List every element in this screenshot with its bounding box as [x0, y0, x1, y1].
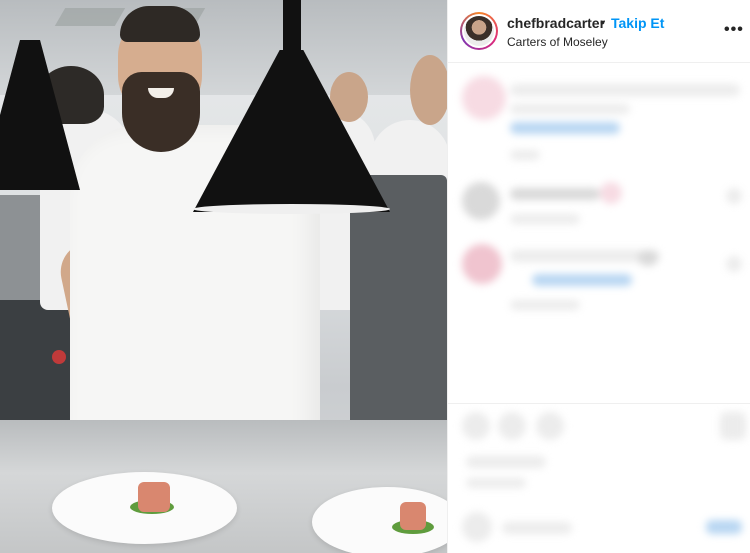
- dish: [138, 482, 170, 512]
- comment-meta-blur: [510, 214, 580, 224]
- post-button-blur: [706, 520, 742, 534]
- comment-link-blur: [510, 122, 620, 134]
- add-comment-blur: [502, 522, 572, 534]
- comment-avatar: [462, 182, 500, 220]
- chef-beard: [122, 72, 200, 152]
- plate: [312, 487, 447, 553]
- divider: [448, 403, 750, 404]
- post-sidebar: chefbradcarter • Takip Et Carters of Mos…: [447, 0, 750, 553]
- likes-blur: [466, 456, 546, 468]
- post-header: chefbradcarter • Takip Et Carters of Mos…: [448, 0, 750, 63]
- comment-emoji-blur: [600, 182, 622, 204]
- username-link[interactable]: chefbradcarter: [507, 15, 605, 31]
- emoji-icon-blur: [462, 512, 492, 542]
- blurred-comments: [448, 64, 750, 553]
- apron: [350, 175, 447, 445]
- date-blur: [466, 478, 526, 488]
- like-icon-blur: [462, 412, 490, 440]
- heart-icon-blur: [726, 188, 742, 204]
- more-options-icon[interactable]: •••: [724, 21, 744, 39]
- location-link[interactable]: Carters of Moseley: [507, 35, 608, 49]
- follow-button[interactable]: Takip Et: [611, 15, 664, 31]
- post-photo[interactable]: [0, 0, 447, 553]
- comment-meta-blur: [510, 150, 540, 160]
- comment-text-blur: [510, 104, 630, 114]
- comment-text-blur: [510, 188, 600, 200]
- heart-icon-blur: [726, 256, 742, 272]
- comment-avatar: [462, 76, 506, 120]
- share-icon-blur: [536, 412, 564, 440]
- comment-link-blur: [532, 274, 632, 286]
- avatar[interactable]: [460, 12, 498, 50]
- comment-avatar: [462, 244, 502, 284]
- pendant-lamp-rim: [193, 204, 390, 214]
- hood-detail: [54, 8, 126, 26]
- comment-icon-blur: [498, 412, 526, 440]
- save-icon-blur: [720, 412, 746, 440]
- background-chef-head: [410, 55, 447, 125]
- chef-hair: [120, 6, 200, 42]
- comment-meta-blur: [510, 300, 580, 310]
- dish: [400, 502, 426, 530]
- comment-text-blur: [510, 84, 740, 96]
- stove-knob: [52, 350, 66, 364]
- comment-emoji-blur: [638, 250, 658, 266]
- avatar-image: [464, 16, 494, 46]
- separator-dot: •: [600, 14, 605, 30]
